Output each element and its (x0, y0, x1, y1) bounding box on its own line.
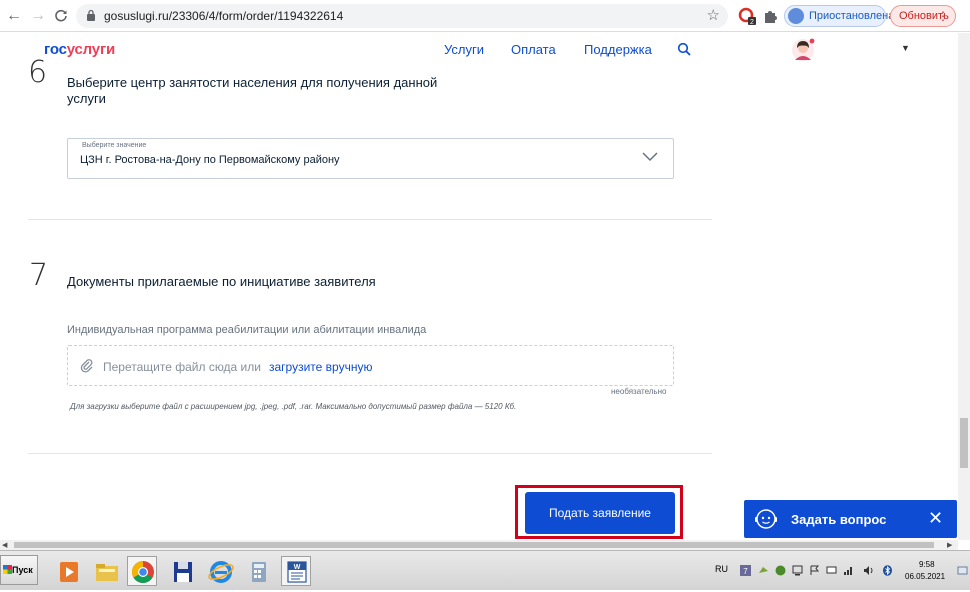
word-document-icon[interactable]: W (281, 556, 311, 586)
extension-badge-icon[interactable]: 2 (738, 7, 756, 25)
site-header: госуслуги Услуги Оплата Поддержка ▼ (0, 33, 958, 67)
user-avatar[interactable] (791, 38, 815, 62)
language-indicator[interactable]: RU (715, 564, 728, 574)
file-explorer-icon[interactable] (91, 556, 121, 586)
step-number-6: 6 (28, 55, 48, 90)
nav-link-payment[interactable]: Оплата (511, 42, 556, 57)
calculator-icon[interactable] (243, 556, 273, 586)
tray-network-icon[interactable] (758, 565, 769, 576)
tray-antivirus-icon[interactable] (775, 565, 786, 576)
step-number-7: 7 (29, 258, 49, 293)
windows-taskbar: Пуск W RU 7 9:58 06.05.2021 (0, 550, 970, 590)
submit-application-button[interactable]: Подать заявление (525, 492, 675, 534)
optional-label: необязательно (611, 387, 667, 396)
update-button[interactable]: Обновить ⋮ (890, 5, 956, 27)
select-caption: Выберите значение (82, 142, 147, 149)
svg-text:2: 2 (750, 19, 754, 25)
chevron-down-icon (642, 152, 658, 162)
profile-label: Приостановлена (809, 10, 895, 22)
file-dropzone[interactable]: Перетащите файл сюда или загрузите вручн… (67, 345, 674, 386)
address-bar[interactable]: gosuslugi.ru/23306/4/form/order/11943226… (76, 4, 728, 28)
step6-title-line2: услуги (67, 91, 106, 106)
tray-display-icon[interactable] (826, 565, 837, 576)
url-text: gosuslugi.ru/23306/4/form/order/11943226… (104, 9, 344, 23)
vertical-scrollbar[interactable] (958, 33, 970, 540)
clock-time[interactable]: 9:58 (919, 560, 935, 569)
show-desktop-icon[interactable] (957, 565, 968, 576)
profile-button[interactable]: Приостановлена (784, 5, 894, 27)
vertical-scroll-thumb[interactable] (960, 418, 968, 468)
start-button[interactable]: Пуск (0, 555, 38, 585)
upload-hint: Для загрузки выберите файл с расширением… (70, 402, 517, 411)
extensions-puzzle-icon[interactable] (762, 7, 780, 25)
employment-center-select[interactable]: Выберите значение ЦЗН г. Ростова-на-Дону… (67, 138, 674, 179)
search-icon[interactable] (677, 42, 691, 56)
section-divider (28, 453, 712, 454)
close-icon[interactable]: ✕ (928, 508, 943, 528)
clock-date[interactable]: 06.05.2021 (905, 572, 945, 581)
windows-flag-icon (3, 565, 12, 574)
tray-signal-icon[interactable] (843, 565, 854, 576)
scroll-left-icon[interactable]: ◀ (2, 541, 7, 549)
upload-manually-link[interactable]: загрузите вручную (269, 360, 372, 374)
select-value: ЦЗН г. Ростова-на-Дону по Первомайскому … (80, 154, 340, 166)
nav-link-services[interactable]: Услуги (444, 42, 484, 57)
tray-flag-icon[interactable] (809, 565, 820, 576)
tray-bluetooth-icon[interactable] (882, 565, 893, 576)
dropzone-text: Перетащите файл сюда или (103, 360, 261, 374)
menu-dots-icon: ⋮ (937, 9, 949, 23)
svg-text:W: W (294, 564, 301, 571)
tray-monitor-icon[interactable] (792, 565, 803, 576)
lock-icon (87, 9, 95, 21)
media-player-icon[interactable] (53, 556, 83, 586)
browser-toolbar: ← → gosuslugi.ru/23306/4/form/order/1194… (0, 0, 970, 32)
user-menu-caret-icon[interactable]: ▼ (901, 43, 910, 53)
forward-icon[interactable]: → (28, 6, 48, 26)
paperclip-icon (80, 359, 93, 373)
step6-title-line1: Выберите центр занятости населения для п… (67, 75, 438, 90)
internet-explorer-icon[interactable] (205, 556, 235, 586)
ask-question-widget[interactable]: Задать вопрос ✕ (744, 500, 957, 538)
section-divider (28, 219, 712, 220)
horizontal-scrollbar[interactable]: ◀ ▶ (0, 540, 958, 550)
bookmark-star-icon[interactable]: ☆ (707, 6, 720, 24)
step7-title: Документы прилагаемые по инициативе заяв… (67, 274, 376, 289)
svg-text:7: 7 (743, 567, 748, 576)
scroll-right-icon[interactable]: ▶ (947, 541, 952, 549)
system-tray: RU 7 9:58 06.05.2021 (707, 553, 970, 589)
profile-avatar-icon (788, 8, 804, 24)
reload-icon[interactable] (51, 6, 71, 26)
save-floppy-icon[interactable] (167, 556, 197, 586)
tray-app-icon[interactable]: 7 (740, 565, 751, 576)
horizontal-scroll-thumb[interactable] (14, 542, 934, 548)
back-icon[interactable]: ← (4, 6, 24, 26)
chat-label: Задать вопрос (791, 512, 887, 527)
chrome-taskbar-icon[interactable] (127, 556, 157, 586)
gosuslugi-logo[interactable]: госуслуги (44, 41, 115, 58)
chat-bot-icon (755, 509, 777, 529)
document-label: Индивидуальная программа реабилитации ил… (67, 324, 427, 336)
nav-link-support[interactable]: Поддержка (584, 42, 652, 57)
tray-volume-icon[interactable] (863, 565, 874, 576)
